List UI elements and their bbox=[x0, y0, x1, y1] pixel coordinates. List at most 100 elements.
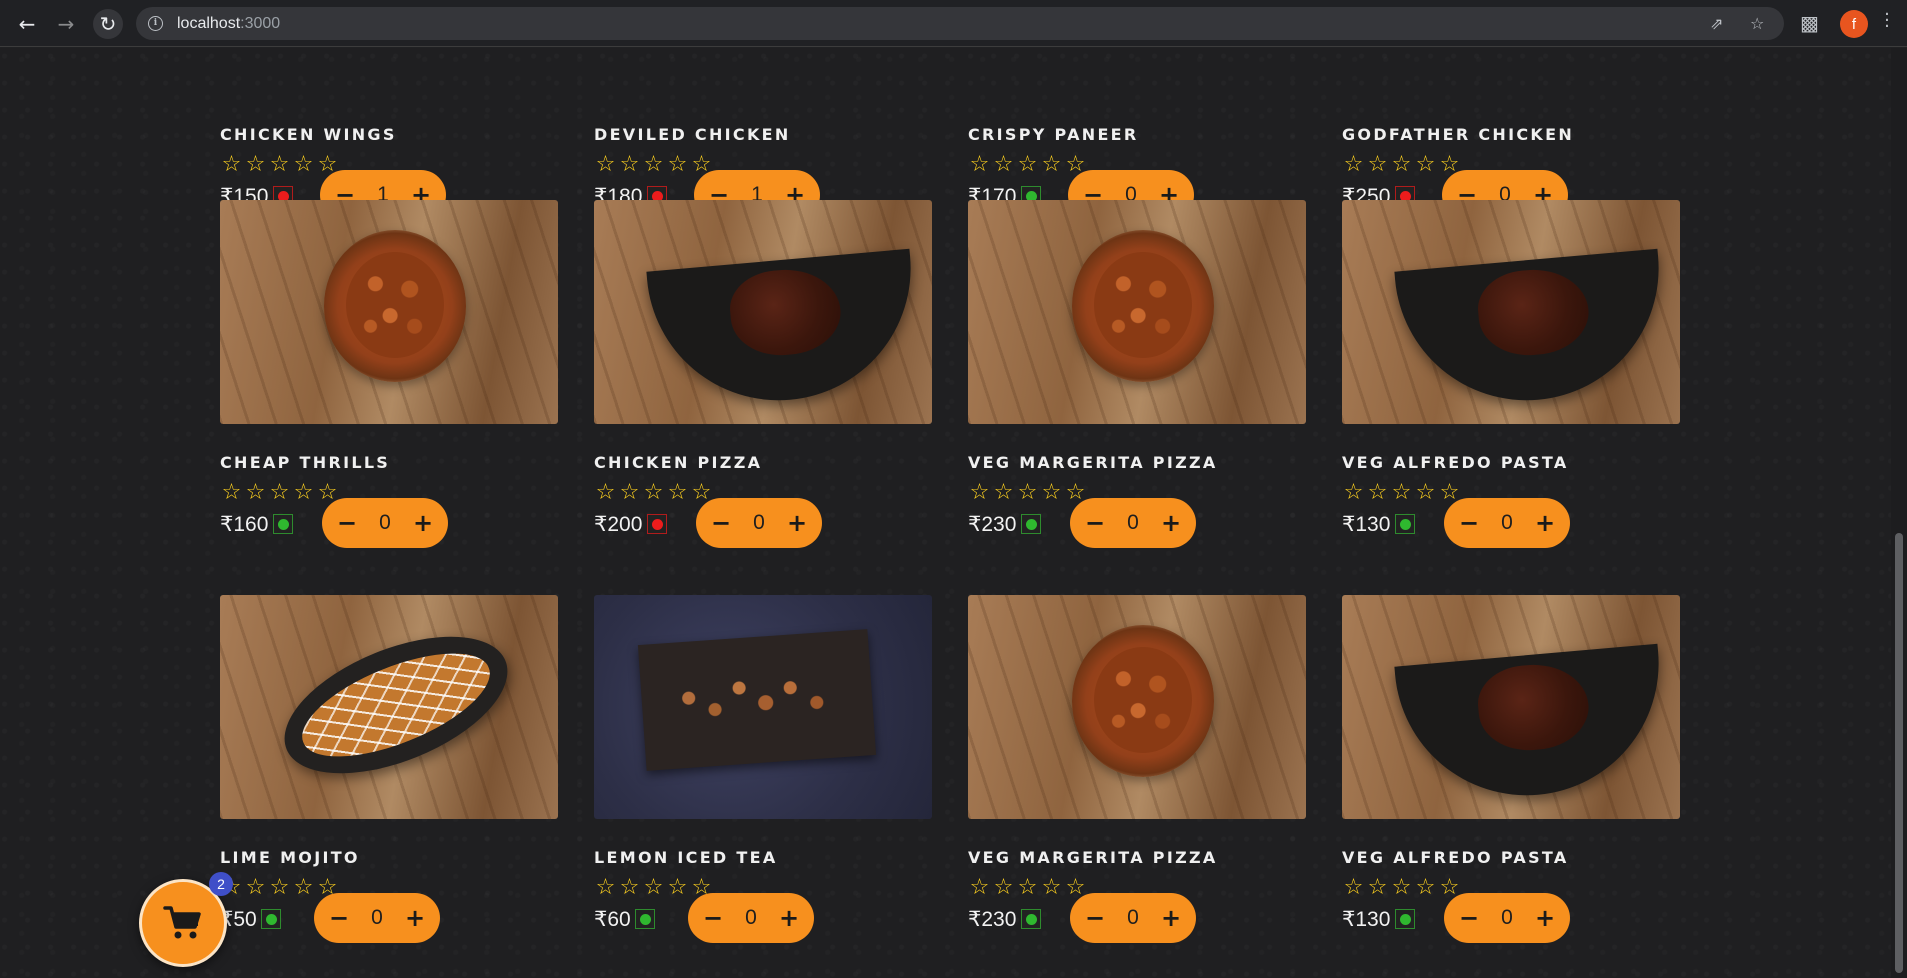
star-icon[interactable]: ☆ bbox=[1414, 481, 1437, 504]
star-icon[interactable]: ☆ bbox=[1366, 153, 1389, 176]
star-icon[interactable]: ☆ bbox=[268, 876, 291, 899]
star-icon[interactable]: ☆ bbox=[1390, 481, 1413, 504]
plus-icon[interactable]: + bbox=[786, 509, 808, 537]
quantity-stepper: −0 + bbox=[1070, 498, 1196, 548]
minus-icon[interactable]: − bbox=[1084, 904, 1106, 932]
minus-icon[interactable]: − bbox=[710, 509, 732, 537]
star-icon[interactable]: ☆ bbox=[1414, 876, 1437, 899]
plus-icon[interactable]: + bbox=[1534, 904, 1556, 932]
star-icon[interactable]: ☆ bbox=[220, 481, 243, 504]
minus-icon[interactable]: − bbox=[1458, 509, 1480, 537]
star-icon[interactable]: ☆ bbox=[594, 481, 617, 504]
star-icon[interactable]: ☆ bbox=[292, 876, 315, 899]
star-icon[interactable]: ☆ bbox=[618, 876, 641, 899]
star-icon[interactable]: ☆ bbox=[1390, 153, 1413, 176]
star-icon[interactable]: ☆ bbox=[968, 153, 991, 176]
profile-avatar[interactable]: f bbox=[1840, 10, 1868, 38]
item-price: ₹130 bbox=[1342, 908, 1391, 931]
plus-icon[interactable]: + bbox=[412, 509, 434, 537]
scrollbar-thumb[interactable] bbox=[1895, 533, 1903, 973]
forward-icon[interactable]: → bbox=[51, 9, 81, 39]
star-icon[interactable]: ☆ bbox=[1366, 481, 1389, 504]
star-icon[interactable]: ☆ bbox=[992, 876, 1015, 899]
share-icon[interactable]: ⇗ bbox=[1710, 14, 1723, 33]
star-icon[interactable]: ☆ bbox=[1016, 876, 1039, 899]
item-price: ₹160 bbox=[220, 513, 269, 536]
minus-icon[interactable]: − bbox=[1458, 904, 1480, 932]
item-price: ₹200 bbox=[594, 513, 643, 536]
site-info-icon[interactable]: i bbox=[148, 16, 163, 31]
quantity-value: 0 bbox=[1127, 906, 1139, 929]
star-icon[interactable]: ☆ bbox=[1040, 876, 1063, 899]
star-rating[interactable]: ☆☆☆☆☆ bbox=[220, 876, 339, 899]
star-rating[interactable]: ☆☆☆☆☆ bbox=[594, 481, 713, 504]
star-icon[interactable]: ☆ bbox=[220, 153, 243, 176]
star-rating[interactable]: ☆☆☆☆☆ bbox=[968, 153, 1087, 176]
reload-icon[interactable]: ↻ bbox=[93, 9, 123, 39]
star-icon[interactable]: ☆ bbox=[1016, 153, 1039, 176]
star-icon[interactable]: ☆ bbox=[594, 153, 617, 176]
plus-icon[interactable]: + bbox=[1160, 904, 1182, 932]
back-icon[interactable]: ← bbox=[12, 9, 42, 39]
star-icon[interactable]: ☆ bbox=[244, 876, 267, 899]
star-rating[interactable]: ☆☆☆☆☆ bbox=[1342, 153, 1461, 176]
minus-icon[interactable]: − bbox=[702, 904, 724, 932]
plus-icon[interactable]: + bbox=[1160, 509, 1182, 537]
kebab-menu-icon[interactable]: · · · bbox=[1884, 6, 1890, 36]
star-icon[interactable]: ☆ bbox=[992, 481, 1015, 504]
star-rating[interactable]: ☆☆☆☆☆ bbox=[1342, 481, 1461, 504]
star-icon[interactable]: ☆ bbox=[968, 481, 991, 504]
star-rating[interactable]: ☆☆☆☆☆ bbox=[220, 481, 339, 504]
star-icon[interactable]: ☆ bbox=[1390, 876, 1413, 899]
minus-icon[interactable]: − bbox=[336, 509, 358, 537]
plus-icon[interactable]: + bbox=[1534, 509, 1556, 537]
star-icon[interactable]: ☆ bbox=[1342, 876, 1365, 899]
star-icon[interactable]: ☆ bbox=[292, 153, 315, 176]
veg-indicator-icon bbox=[635, 909, 655, 929]
extensions-puzzle-icon[interactable]: ▩ bbox=[1800, 11, 1819, 35]
star-icon[interactable]: ☆ bbox=[666, 481, 689, 504]
star-icon[interactable]: ☆ bbox=[1342, 153, 1365, 176]
star-icon[interactable]: ☆ bbox=[244, 481, 267, 504]
star-icon[interactable]: ☆ bbox=[992, 153, 1015, 176]
star-icon[interactable]: ☆ bbox=[1040, 481, 1063, 504]
bookmark-star-icon[interactable]: ☆ bbox=[1750, 14, 1764, 33]
star-icon[interactable]: ☆ bbox=[1414, 153, 1437, 176]
plus-icon[interactable]: + bbox=[778, 904, 800, 932]
star-icon[interactable]: ☆ bbox=[268, 481, 291, 504]
quantity-value: 0 bbox=[745, 906, 757, 929]
page-scrollbar[interactable] bbox=[1891, 48, 1907, 978]
plus-icon[interactable]: + bbox=[404, 904, 426, 932]
minus-icon[interactable]: − bbox=[1084, 509, 1106, 537]
food-photo bbox=[968, 595, 1306, 819]
url-text[interactable]: localhost:3000 bbox=[177, 15, 280, 33]
star-icon[interactable]: ☆ bbox=[666, 153, 689, 176]
star-icon[interactable]: ☆ bbox=[1040, 153, 1063, 176]
star-icon[interactable]: ☆ bbox=[666, 876, 689, 899]
star-rating[interactable]: ☆☆☆☆☆ bbox=[968, 481, 1087, 504]
star-rating[interactable]: ☆☆☆☆☆ bbox=[594, 153, 713, 176]
food-photo bbox=[594, 200, 932, 424]
star-icon[interactable]: ☆ bbox=[642, 481, 665, 504]
star-rating[interactable]: ☆☆☆☆☆ bbox=[968, 876, 1087, 899]
address-bar[interactable]: i localhost:3000 ⇗ ☆ bbox=[136, 7, 1784, 40]
star-icon[interactable]: ☆ bbox=[292, 481, 315, 504]
star-icon[interactable]: ☆ bbox=[594, 876, 617, 899]
star-rating[interactable]: ☆☆☆☆☆ bbox=[594, 876, 713, 899]
dish-image bbox=[324, 230, 466, 382]
star-icon[interactable]: ☆ bbox=[244, 153, 267, 176]
star-rating[interactable]: ☆☆☆☆☆ bbox=[1342, 876, 1461, 899]
star-icon[interactable]: ☆ bbox=[268, 153, 291, 176]
dish-image bbox=[1072, 625, 1214, 777]
star-icon[interactable]: ☆ bbox=[642, 153, 665, 176]
star-icon[interactable]: ☆ bbox=[968, 876, 991, 899]
minus-icon[interactable]: − bbox=[328, 904, 350, 932]
star-icon[interactable]: ☆ bbox=[618, 153, 641, 176]
star-rating[interactable]: ☆☆☆☆☆ bbox=[220, 153, 339, 176]
star-icon[interactable]: ☆ bbox=[1342, 481, 1365, 504]
star-icon[interactable]: ☆ bbox=[1016, 481, 1039, 504]
star-icon[interactable]: ☆ bbox=[1366, 876, 1389, 899]
star-icon[interactable]: ☆ bbox=[618, 481, 641, 504]
dish-image bbox=[1394, 643, 1670, 807]
star-icon[interactable]: ☆ bbox=[642, 876, 665, 899]
